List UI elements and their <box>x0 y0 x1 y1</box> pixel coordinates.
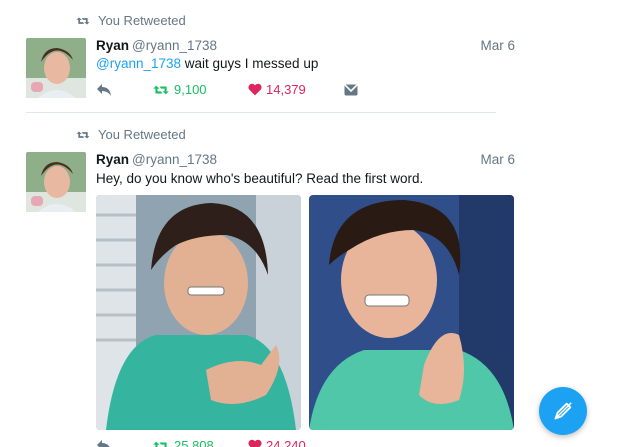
display-name[interactable]: Ryan <box>96 152 129 167</box>
retweet-icon <box>76 131 90 138</box>
retweet-button[interactable]: 25,808 <box>152 438 248 447</box>
tweet-body: wait guys I messed up <box>181 56 319 71</box>
username[interactable]: @ryann_1738 <box>132 152 217 167</box>
reply-icon <box>97 439 110 447</box>
avatar-image <box>26 152 86 212</box>
tweet-actions: 9,100 14,379 <box>96 82 358 97</box>
like-icon <box>248 83 262 96</box>
photo-image <box>96 195 301 430</box>
retweeted-text: You Retweeted <box>98 127 186 142</box>
retweet-icon <box>153 441 169 447</box>
tweet-photo-2[interactable] <box>309 195 514 430</box>
tweet-header: Ryan @ryann_1738 <box>96 38 217 53</box>
like-count: 24,240 <box>266 438 306 447</box>
tweet-photo-1[interactable] <box>96 195 301 430</box>
retweet-count: 25,808 <box>174 438 214 447</box>
tweet-media <box>96 195 514 430</box>
avatar[interactable] <box>26 152 86 212</box>
compose-button[interactable] <box>539 387 587 435</box>
message-icon <box>344 83 358 95</box>
tweet-header: Ryan @ryann_1738 <box>96 152 217 167</box>
reply-button[interactable] <box>96 83 152 97</box>
like-count: 14,379 <box>266 82 306 97</box>
retweet-button[interactable]: 9,100 <box>152 82 248 97</box>
retweeted-text: You Retweeted <box>98 13 186 28</box>
retweeted-label: You Retweeted <box>76 127 186 142</box>
tweet-date[interactable]: Mar 6 <box>480 38 515 53</box>
retweeted-label: You Retweeted <box>76 13 186 28</box>
avatar[interactable] <box>26 38 86 98</box>
retweet-icon <box>76 17 90 24</box>
username[interactable]: @ryann_1738 <box>132 38 217 53</box>
like-button[interactable]: 14,379 <box>248 82 344 97</box>
retweet-icon <box>153 85 169 94</box>
like-button[interactable]: 24,240 <box>248 438 344 447</box>
tweet-text: @ryann_1738 wait guys I messed up <box>96 56 318 71</box>
tweet-date[interactable]: Mar 6 <box>480 152 515 167</box>
tweet-divider <box>26 112 496 113</box>
tweet-text: Hey, do you know who's beautiful? Read t… <box>96 171 424 186</box>
avatar-image <box>26 38 86 98</box>
retweet-count: 9,100 <box>174 82 207 97</box>
tweet-actions: 25,808 24,240 <box>96 438 344 447</box>
reply-icon <box>97 83 111 96</box>
display-name[interactable]: Ryan <box>96 38 129 53</box>
like-icon <box>248 439 262 447</box>
photo-image <box>309 195 514 430</box>
message-button[interactable] <box>344 83 358 96</box>
reply-button[interactable] <box>96 439 152 447</box>
compose-icon <box>554 402 572 420</box>
mention-link[interactable]: @ryann_1738 <box>96 56 181 71</box>
